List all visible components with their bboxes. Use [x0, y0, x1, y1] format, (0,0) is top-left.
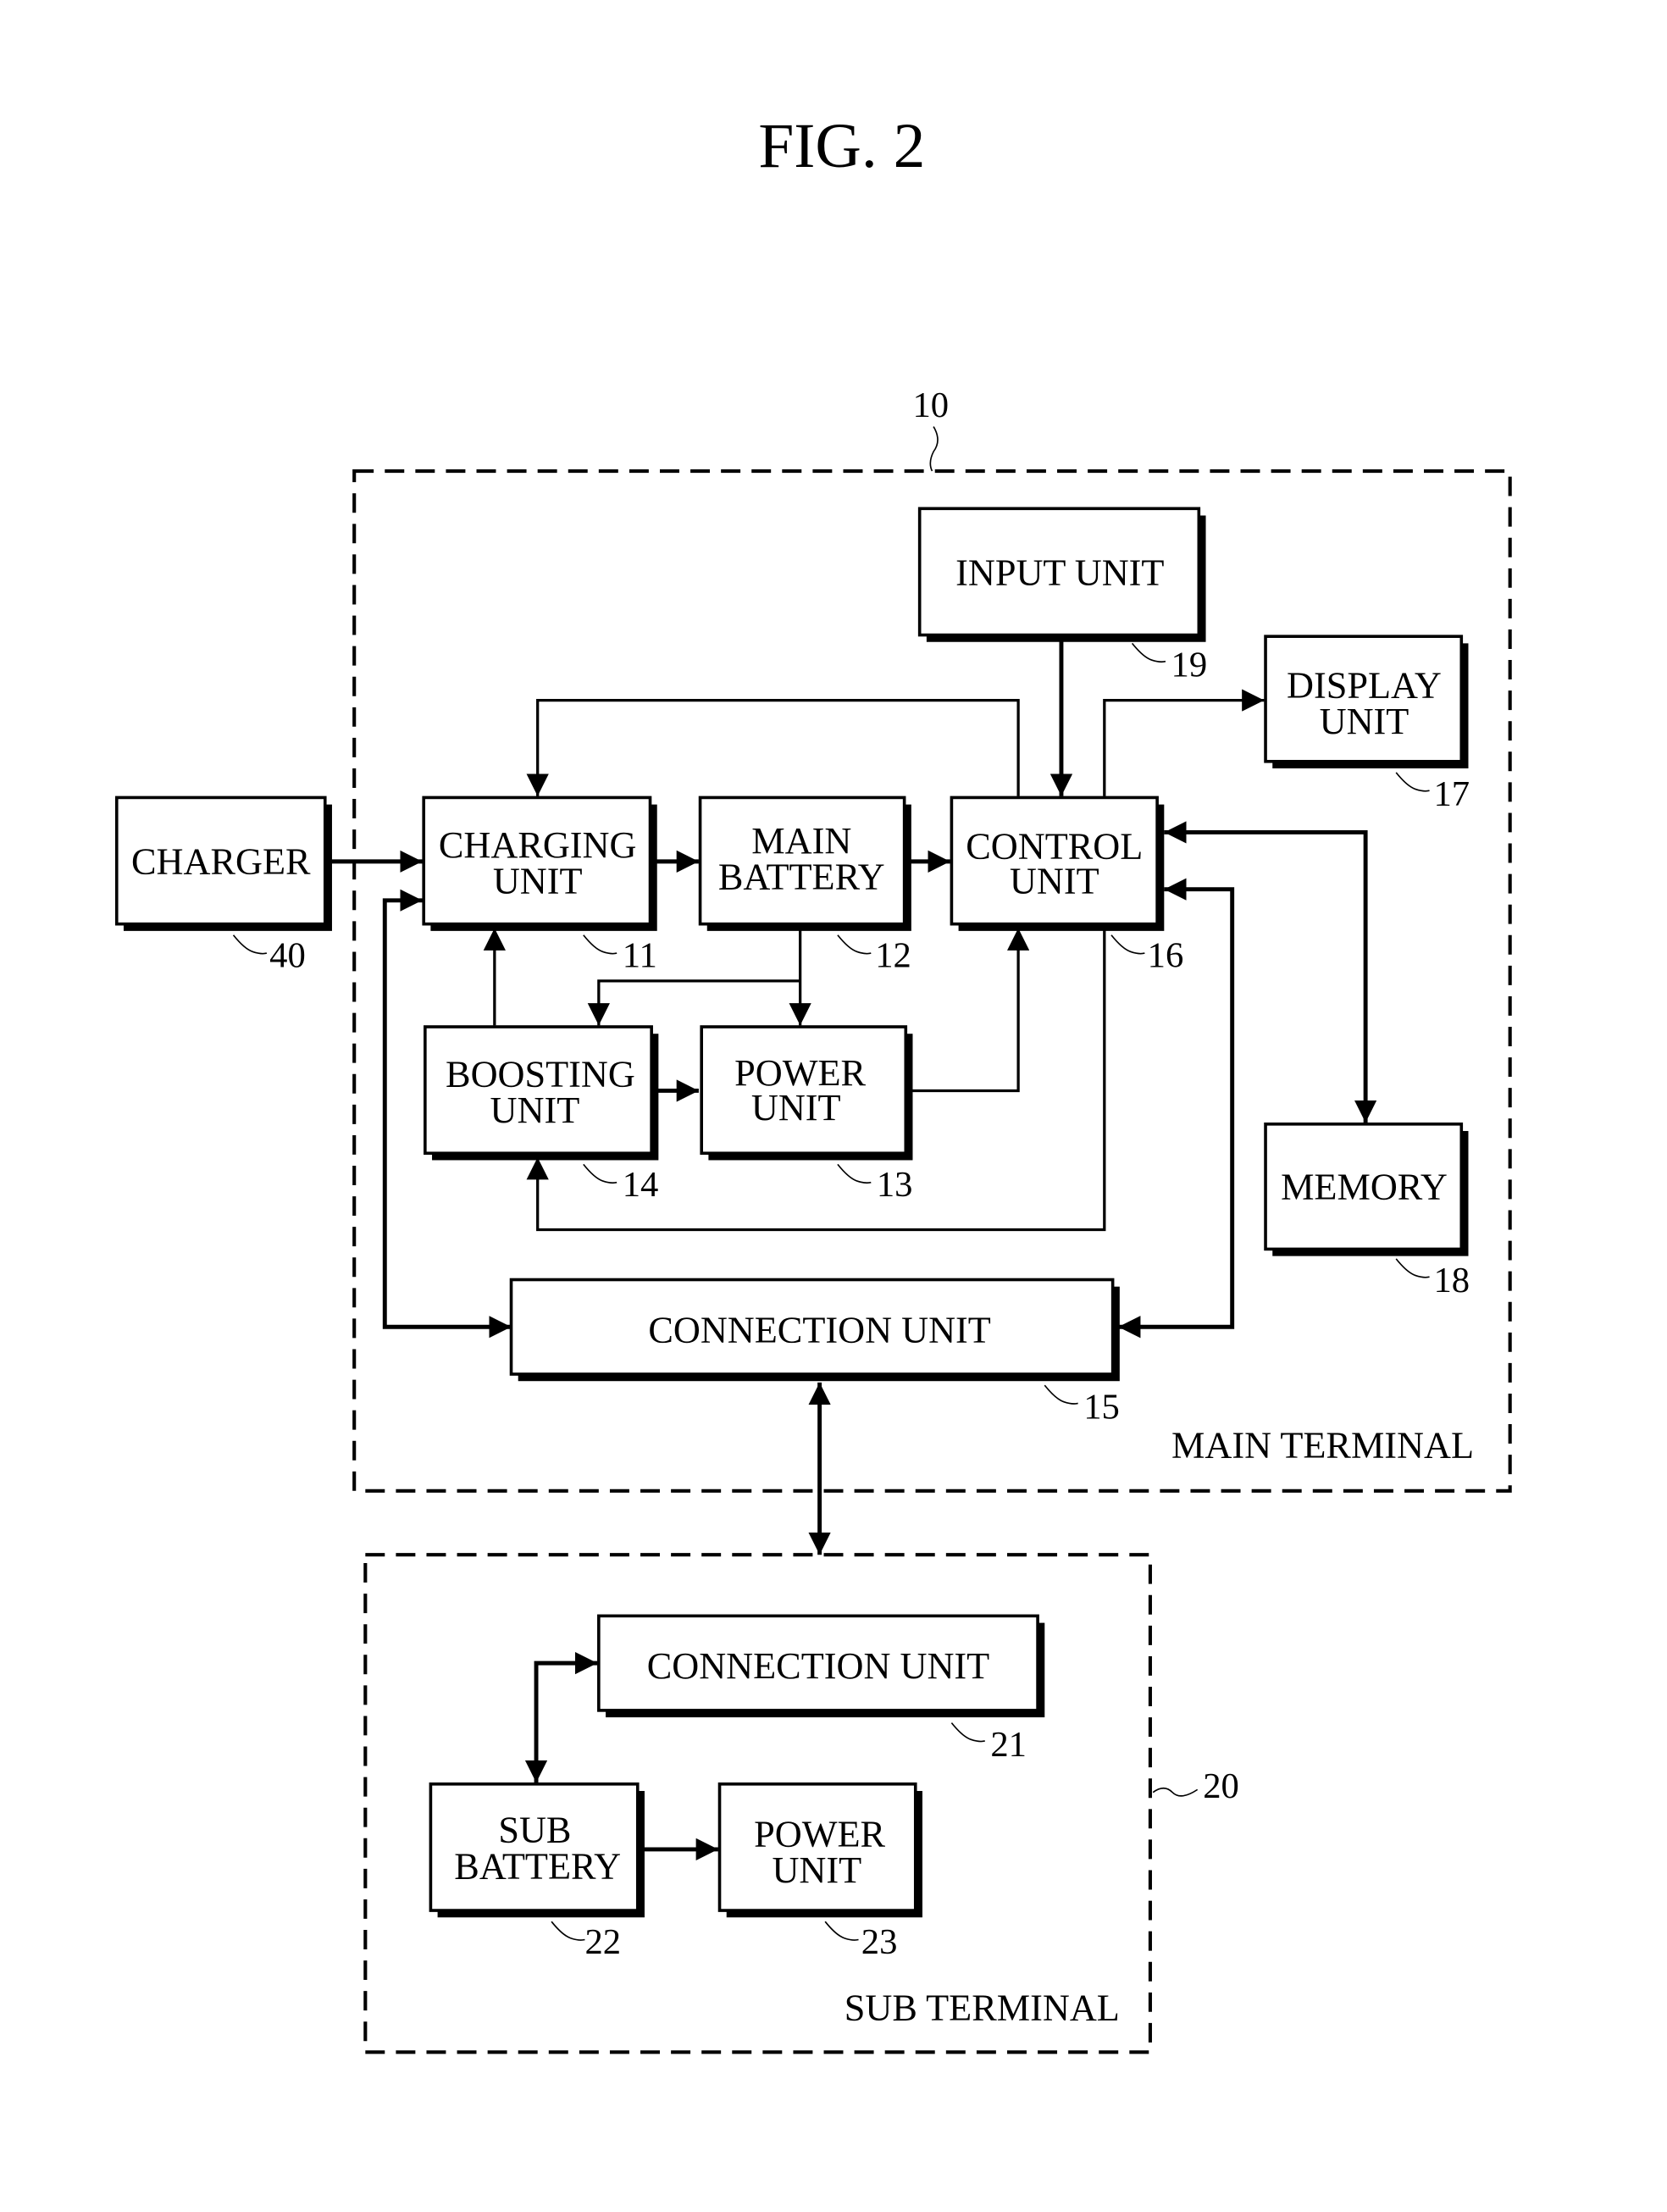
wire-subconn-subbattery — [524, 1652, 598, 1783]
block-boosting-unit: BOOSTING UNIT 14 — [424, 1025, 659, 1205]
block-ref: 14 — [623, 1165, 659, 1205]
sub-terminal-ref-leader — [1152, 1787, 1199, 1797]
block-charger: CHARGER 40 — [114, 796, 332, 976]
block-ref: 16 — [1148, 936, 1184, 976]
block-ref: 23 — [861, 1922, 898, 1962]
block-control-unit: CONTROL UNIT 16 — [950, 796, 1184, 976]
block-diagram: FIG. 2 10 MAIN TERMINAL 20 SUB TERMINAL — [114, 111, 1512, 2054]
block-ref: 12 — [875, 936, 911, 976]
block-ref: 15 — [1083, 1388, 1120, 1428]
block-sub-connection-unit: CONNECTION UNIT 21 — [597, 1614, 1045, 1765]
main-terminal-ref: 10 — [912, 385, 949, 425]
block-label-line: CONNECTION UNIT — [648, 1309, 991, 1350]
block-label-line: UNIT — [751, 1087, 841, 1128]
block-ref: 22 — [584, 1922, 621, 1962]
block-display-unit: DISPLAY UNIT 17 — [1264, 635, 1470, 814]
block-label-line: MEMORY — [1281, 1166, 1448, 1207]
figure-title: FIG. 2 — [758, 111, 925, 181]
wire-control-memory — [1164, 821, 1377, 1123]
block-ref: 13 — [877, 1165, 913, 1205]
block-label-line: UNIT — [1320, 701, 1409, 742]
block-label-line: UNIT — [772, 1849, 861, 1891]
block-charging-unit: CHARGING UNIT 11 — [422, 796, 657, 976]
wire-control-to-display — [1103, 689, 1265, 796]
block-label-line: INPUT UNIT — [955, 552, 1164, 594]
main-terminal-ref-leader — [929, 426, 939, 472]
block-ref: 11 — [623, 936, 657, 976]
main-terminal-label: MAIN TERMINAL — [1171, 1424, 1474, 1466]
block-label-line: MAIN — [751, 820, 851, 862]
block-label-line: CHARGER — [131, 841, 311, 883]
block-memory: MEMORY 18 — [1264, 1123, 1470, 1300]
block-label-line: CONNECTION UNIT — [647, 1645, 990, 1687]
block-power-unit: POWER UNIT 13 — [700, 1025, 913, 1205]
block-label-line: UNIT — [1010, 861, 1099, 902]
block-sub-battery: SUB BATTERY 22 — [429, 1782, 645, 1962]
block-ref: 40 — [269, 936, 306, 976]
block-main-battery: MAIN BATTERY 12 — [698, 796, 911, 976]
sub-terminal-label: SUB TERMINAL — [845, 1987, 1120, 2029]
block-label-line: UNIT — [490, 1089, 580, 1131]
wire-control-to-charging — [526, 698, 1020, 796]
block-label-line: BATTERY — [718, 857, 885, 898]
block-label-line: UNIT — [493, 861, 583, 902]
block-main-connection-unit: CONNECTION UNIT 15 — [509, 1278, 1120, 1428]
block-ref: 17 — [1433, 774, 1470, 814]
block-sub-power-unit: POWER UNIT 23 — [717, 1782, 922, 1962]
block-ref: 18 — [1433, 1261, 1470, 1300]
block-ref: 19 — [1171, 646, 1208, 685]
wire-power-to-control — [910, 928, 1030, 1093]
block-label-line: BATTERY — [454, 1845, 621, 1887]
wire-battery-to-boosting — [587, 979, 800, 1026]
sub-terminal-ref: 20 — [1203, 1766, 1239, 1806]
block-ref: 21 — [990, 1725, 1027, 1765]
block-label-line: CHARGING — [439, 824, 637, 866]
